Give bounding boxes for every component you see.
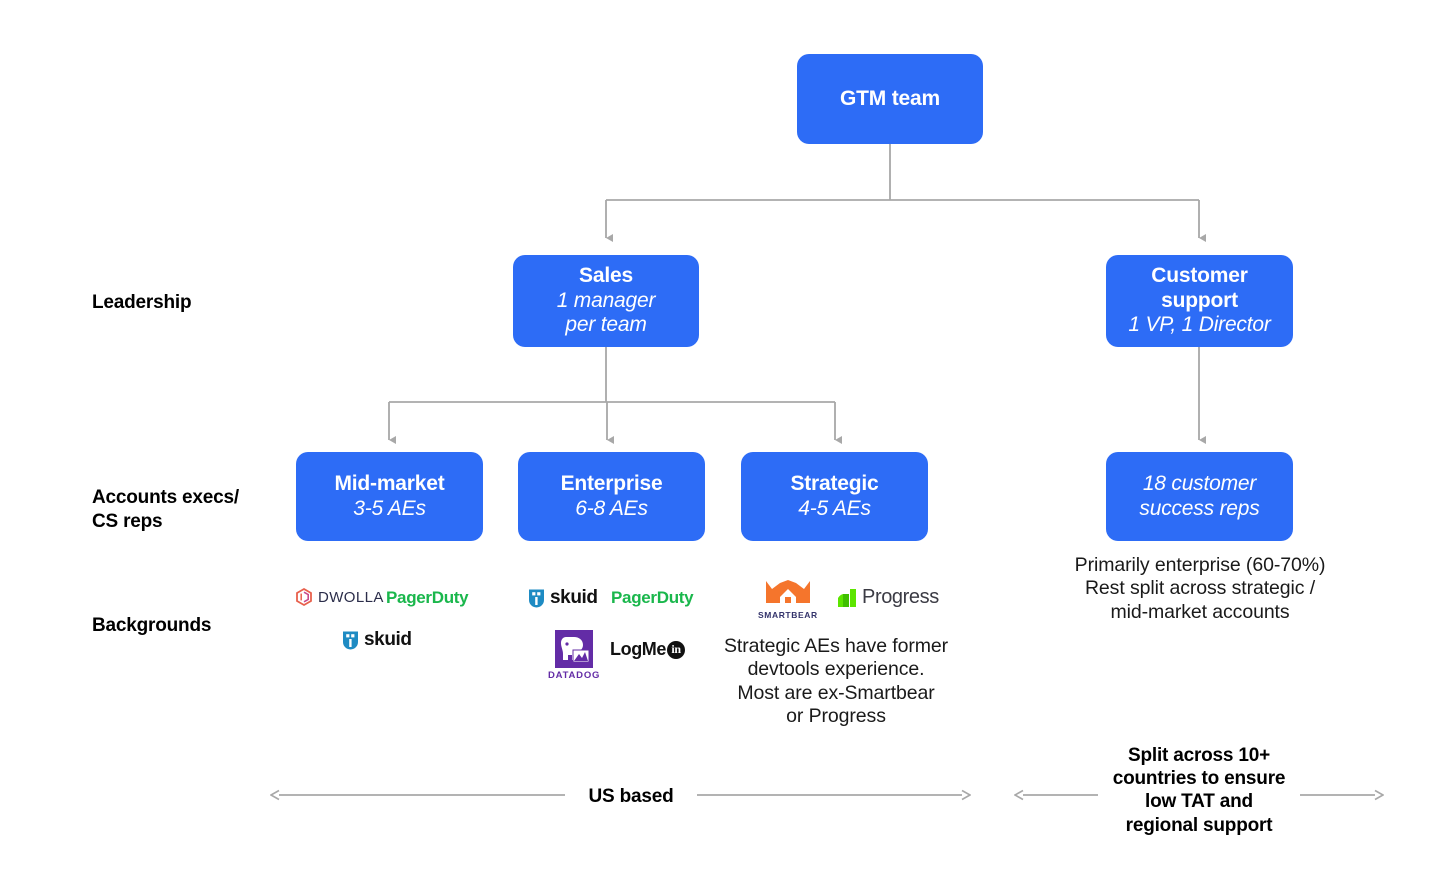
node-customer-support[interactable]: Customer support 1 VP, 1 Director <box>1106 255 1293 347</box>
datadog-icon <box>555 630 594 668</box>
dwolla-icon <box>296 587 312 607</box>
skuid-icon <box>343 631 358 649</box>
logo-dwolla: DWOLLA <box>294 587 384 607</box>
note-cs-line-2: Rest split across strategic / <box>1084 577 1316 600</box>
diagram-canvas: GTM team Sales 1 manager per team Custom… <box>0 0 1456 894</box>
node-mid-market-title: Mid-market <box>334 471 445 495</box>
node-strategic-title: Strategic <box>790 471 879 495</box>
logo-dwolla-text: DWOLLA <box>318 588 384 606</box>
node-enterprise-subtitle: 6-8 AEs <box>575 496 648 520</box>
logo-skuid-text: skuid <box>364 629 412 650</box>
logo-smartbear-text: SMARTBEAR <box>758 610 818 620</box>
node-mid-market[interactable]: Mid-market 3-5 AEs <box>296 452 483 541</box>
node-cs-reps-subtitle-1: 18 customer <box>1142 471 1257 495</box>
node-strategic[interactable]: Strategic 4-5 AEs <box>741 452 928 541</box>
axis-label-global-support: Split across 10+ countries to ensure low… <box>1098 744 1300 837</box>
row-label-backgrounds: Backgrounds <box>92 615 212 636</box>
node-gtm-team-title: GTM team <box>840 86 940 110</box>
node-sales-subtitle-2: per team <box>565 313 647 337</box>
node-gtm-team[interactable]: GTM team <box>797 54 983 144</box>
node-sales[interactable]: Sales 1 manager per team <box>513 255 699 347</box>
note-cs-line-1: Primarily enterprise (60-70%) <box>1074 554 1326 576</box>
logo-pagerduty-midmarket: PagerDuty <box>386 588 469 608</box>
node-customer-support-title-1: Customer <box>1151 264 1248 288</box>
node-sales-subtitle-1: 1 manager <box>556 288 656 312</box>
node-enterprise[interactable]: Enterprise 6-8 AEs <box>518 452 705 541</box>
node-strategic-subtitle: 4-5 AEs <box>798 496 871 520</box>
node-cs-reps-subtitle-2: success reps <box>1139 496 1260 520</box>
row-label-leadership: Leadership <box>92 292 192 313</box>
logo-skuid-text: skuid <box>550 587 598 608</box>
node-enterprise-title: Enterprise <box>560 471 663 495</box>
smartbear-icon <box>765 580 810 603</box>
note-strategic-line-4: or Progress <box>786 705 886 728</box>
logo-pagerduty-text: PagerDuty <box>386 588 469 607</box>
node-customer-support-subtitle: 1 VP, 1 Director <box>1128 313 1271 337</box>
logo-logmein: LogMe in <box>610 639 685 660</box>
logo-pagerduty-text: PagerDuty <box>611 588 694 607</box>
logo-skuid-midmarket: skuid <box>341 629 412 651</box>
row-label-account-execs-line-1: Accounts execs/ <box>92 487 239 508</box>
progress-icon <box>838 588 856 607</box>
logo-logmein-badge: in <box>667 640 685 659</box>
axis-label-us-based: US based <box>588 786 674 807</box>
axis-label-global-line-2: countries to ensure <box>1112 768 1286 790</box>
logo-pagerduty-enterprise: PagerDuty <box>611 588 694 608</box>
row-label-account-execs-line-2: CS reps <box>92 510 163 532</box>
logo-datadog: DATADOG <box>548 628 600 681</box>
note-strategic-line-3: Most are ex-Smartbear <box>737 681 935 704</box>
note-strategic-line-1: Strategic AEs have former <box>723 635 949 657</box>
logo-skuid-enterprise: skuid <box>527 587 598 609</box>
logo-datadog-text: DATADOG <box>548 670 601 681</box>
axis-label-global-line-3: low TAT and <box>1145 791 1253 813</box>
node-mid-market-subtitle: 3-5 AEs <box>353 496 426 520</box>
skuid-icon <box>529 589 544 607</box>
note-strategic-line-2: devtools experience. <box>747 658 925 681</box>
axis-label-global-line-1: Split across 10+ <box>1127 745 1271 766</box>
logo-logmein-text: LogMe in <box>610 639 685 660</box>
logo-progress: Progress <box>836 586 939 609</box>
node-cs-reps[interactable]: 18 customer success reps <box>1106 452 1293 541</box>
logo-progress-text: Progress <box>862 586 939 608</box>
row-label-account-execs: Accounts execs/ CS reps <box>92 486 239 534</box>
node-customer-support-title-2: support <box>1161 288 1238 312</box>
logo-logmein-main: LogMe <box>610 639 666 659</box>
logo-smartbear: SMARTBEAR <box>758 577 818 620</box>
node-sales-title: Sales <box>579 264 633 288</box>
note-strategic-backgrounds: Strategic AEs have former devtools exper… <box>700 635 972 729</box>
axis-label-global-line-4: regional support <box>1125 814 1273 836</box>
note-customer-success-mix: Primarily enterprise (60-70%) Rest split… <box>1040 554 1360 624</box>
note-cs-line-3: mid-market accounts <box>1110 600 1290 623</box>
